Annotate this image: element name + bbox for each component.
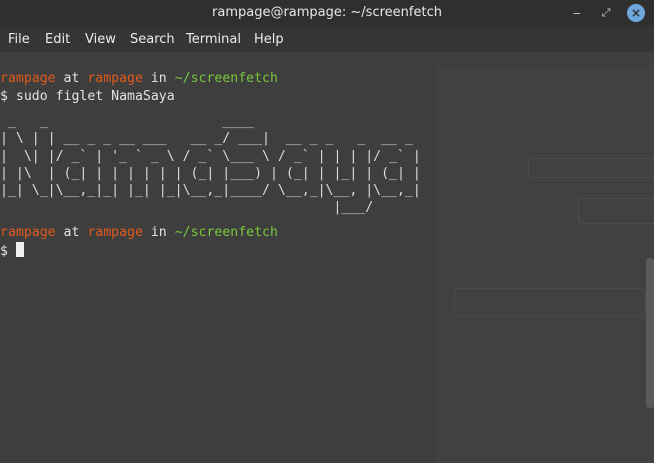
background-box xyxy=(578,198,654,224)
menu-file[interactable]: File xyxy=(8,32,30,47)
figlet-line: |___/ xyxy=(0,200,421,216)
prompt-host: rampage xyxy=(87,71,143,86)
menu-edit[interactable]: Edit xyxy=(45,32,70,47)
prompt-line-2: rampage at rampage in ~/screenfetch xyxy=(0,224,278,241)
minimize-icon[interactable]: ‒ xyxy=(568,4,586,22)
title-bar: rampage@rampage: ~/screenfetch ‒ ⤢ × xyxy=(0,0,654,27)
prompt-path: ~/screenfetch xyxy=(174,225,278,240)
close-icon[interactable]: × xyxy=(627,4,645,22)
prompt-path: ~/screenfetch xyxy=(174,71,278,86)
figlet-line: | \| |/ _` | '_ ` _ \ / _` \___ \ / _` |… xyxy=(0,148,421,164)
menu-help[interactable]: Help xyxy=(254,32,284,47)
menu-search[interactable]: Search xyxy=(130,32,175,47)
menu-bar: File Edit View Search Terminal Help xyxy=(0,27,654,52)
maximize-icon[interactable]: ⤢ xyxy=(597,4,615,22)
prompt-user: rampage xyxy=(0,71,56,86)
figlet-line: | |\ | (_| | | | | | | (_| |___) | (_| |… xyxy=(0,165,421,181)
background-box xyxy=(528,158,654,178)
input-line[interactable]: $ xyxy=(0,242,24,260)
prompt-at: at xyxy=(55,71,88,86)
background-box xyxy=(454,288,646,316)
command-line: $ sudo figlet NamaSaya xyxy=(0,89,175,104)
background-window xyxy=(437,66,654,463)
text-cursor xyxy=(15,242,24,257)
figlet-line: _ _ ____ xyxy=(0,114,413,129)
prompt-symbol: $ xyxy=(0,244,16,259)
figlet-output: _ _ ____ | \ | | __ _ _ __ ___ __ _/ ___… xyxy=(0,113,421,217)
menu-view[interactable]: View xyxy=(85,32,116,47)
window-title: rampage@rampage: ~/screenfetch xyxy=(212,5,442,20)
prompt-in: in xyxy=(142,225,175,240)
prompt-at: at xyxy=(55,225,88,240)
figlet-line: |_| \_|\__,_|_| |_| |_|\__,_|____/ \__,_… xyxy=(0,183,421,199)
prompt-line-1: rampage at rampage in ~/screenfetch xyxy=(0,70,278,87)
prompt-user: rampage xyxy=(0,225,56,240)
prompt-in: in xyxy=(142,71,175,86)
scrollbar[interactable] xyxy=(646,258,654,408)
terminal-area[interactable]: rampage at rampage in ~/screenfetch $ su… xyxy=(0,52,654,463)
menu-terminal[interactable]: Terminal xyxy=(186,32,241,47)
prompt-host: rampage xyxy=(87,225,143,240)
figlet-line: | \ | | __ _ _ __ ___ __ _/ ___| __ _ _ … xyxy=(0,131,421,147)
